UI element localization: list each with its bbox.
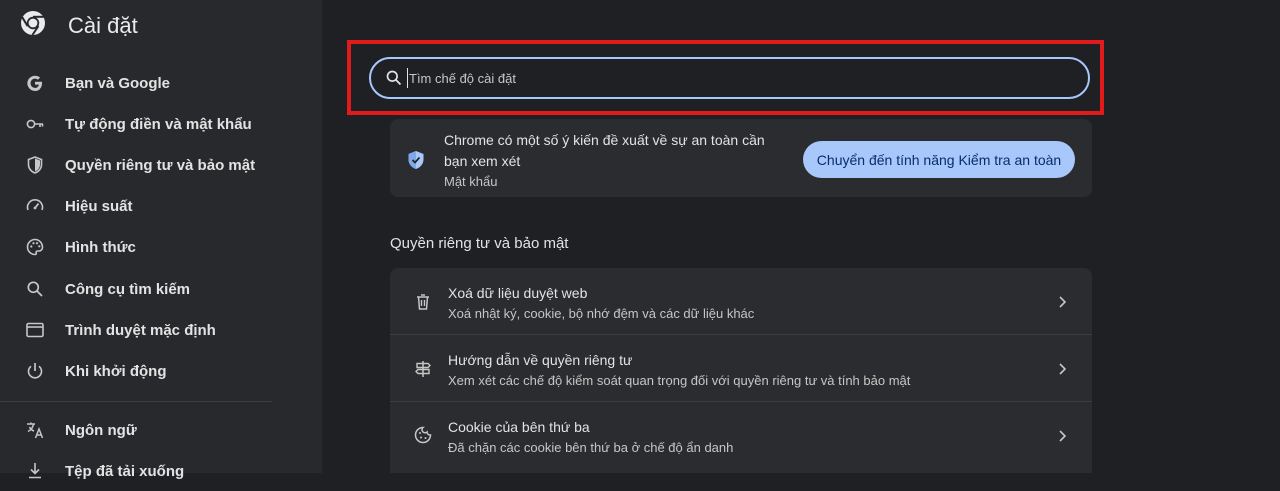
list-item-title: Hướng dẫn về quyền riêng tư [448, 352, 633, 368]
sidebar-item-downloads[interactable]: Tệp đã tải xuống [0, 451, 322, 491]
list-item-title: Cookie của bên thứ ba [448, 419, 590, 435]
chevron-right-icon [1059, 296, 1067, 308]
list-item-subtitle: Xoá nhật ký, cookie, bộ nhớ đệm và các d… [448, 306, 755, 321]
power-icon [24, 360, 46, 382]
sidebar-item-label: Tự động điền và mật khẩu [65, 115, 252, 133]
cookie-icon [414, 426, 432, 444]
go-to-safety-check-button[interactable]: Chuyển đến tính năng Kiểm tra an toàn [803, 141, 1075, 178]
sidebar-item-label: Hình thức [65, 238, 136, 256]
translate-icon [24, 419, 46, 441]
trash-icon [417, 294, 429, 310]
browser-window-icon [24, 319, 46, 341]
safety-subtitle: Mật khẩu [444, 174, 498, 189]
list-item-subtitle: Xem xét các chế độ kiểm soát quan trọng … [448, 373, 911, 388]
text-cursor [407, 68, 408, 88]
sidebar-item-search-engine[interactable]: Công cụ tìm kiếm [0, 269, 322, 309]
sidebar-item-privacy[interactable]: Quyền riêng tư và bảo mật [0, 145, 322, 185]
chevron-right-icon [1059, 430, 1067, 442]
safety-check-card: Chrome có một số ý kiến đề xuất về sự an… [390, 119, 1092, 197]
sidebar-item-on-startup[interactable]: Khi khởi động [0, 351, 322, 391]
search-bar[interactable] [369, 57, 1090, 99]
list-item-third-party-cookies[interactable]: Cookie của bên thứ ba Đã chặn các cookie… [390, 402, 1092, 468]
sidebar-item-you-and-google[interactable]: Bạn và Google [0, 63, 322, 103]
speedometer-icon [24, 195, 46, 217]
download-icon [24, 460, 46, 482]
sidebar-item-label: Bạn và Google [65, 74, 171, 92]
sidebar-item-label: Trình duyệt mặc định [65, 321, 216, 339]
safety-message-line2: bạn xem xét [444, 153, 521, 169]
list-item-subtitle: Đã chặn các cookie bên thứ ba ở chế độ ẩ… [448, 440, 734, 455]
sidebar-item-autofill[interactable]: Tự động điền và mật khẩu [0, 104, 322, 144]
sidebar-item-performance[interactable]: Hiệu suất [0, 186, 322, 226]
sidebar-item-languages[interactable]: Ngôn ngữ [0, 410, 322, 450]
sidebar-divider [0, 401, 272, 402]
key-icon [24, 113, 46, 135]
sidebar-item-label: Khi khởi động [65, 362, 167, 380]
sidebar-item-label: Quyền riêng tư và bảo mật [65, 156, 256, 174]
safety-message-line1: Chrome có một số ý kiến đề xuất về sự an… [444, 132, 765, 148]
privacy-settings-list: Xoá dữ liệu duyệt web Xoá nhật ký, cooki… [390, 268, 1092, 473]
shield-icon [24, 154, 46, 176]
search-input[interactable] [409, 67, 1059, 89]
sidebar: Cài đặt Bạn và Google Tự động điền và mậ… [0, 0, 322, 480]
section-title-privacy: Quyền riêng tư và bảo mật [390, 235, 569, 252]
palette-icon [24, 236, 46, 258]
sidebar-item-default-browser[interactable]: Trình duyệt mặc định [0, 310, 322, 350]
sidebar-item-label: Tệp đã tải xuống [65, 462, 185, 480]
search-icon [24, 278, 46, 300]
sidebar-item-label: Công cụ tìm kiếm [65, 280, 191, 298]
signpost-icon [415, 361, 431, 377]
shield-check-icon [408, 151, 424, 169]
list-item-clear-browsing-data[interactable]: Xoá dữ liệu duyệt web Xoá nhật ký, cooki… [390, 268, 1092, 334]
google-g-icon [24, 72, 46, 94]
chrome-logo-icon [21, 11, 45, 36]
sidebar-item-label: Ngôn ngữ [65, 421, 137, 439]
search-icon [386, 70, 402, 86]
list-item-privacy-guide[interactable]: Hướng dẫn về quyền riêng tư Xem xét các … [390, 335, 1092, 401]
brand: Cài đặt [20, 10, 138, 38]
page-title: Cài đặt [68, 13, 138, 38]
sidebar-item-label: Hiệu suất [65, 197, 133, 215]
sidebar-item-appearance[interactable]: Hình thức [0, 227, 322, 267]
chevron-right-icon [1059, 363, 1067, 375]
list-item-title: Xoá dữ liệu duyệt web [448, 285, 588, 301]
